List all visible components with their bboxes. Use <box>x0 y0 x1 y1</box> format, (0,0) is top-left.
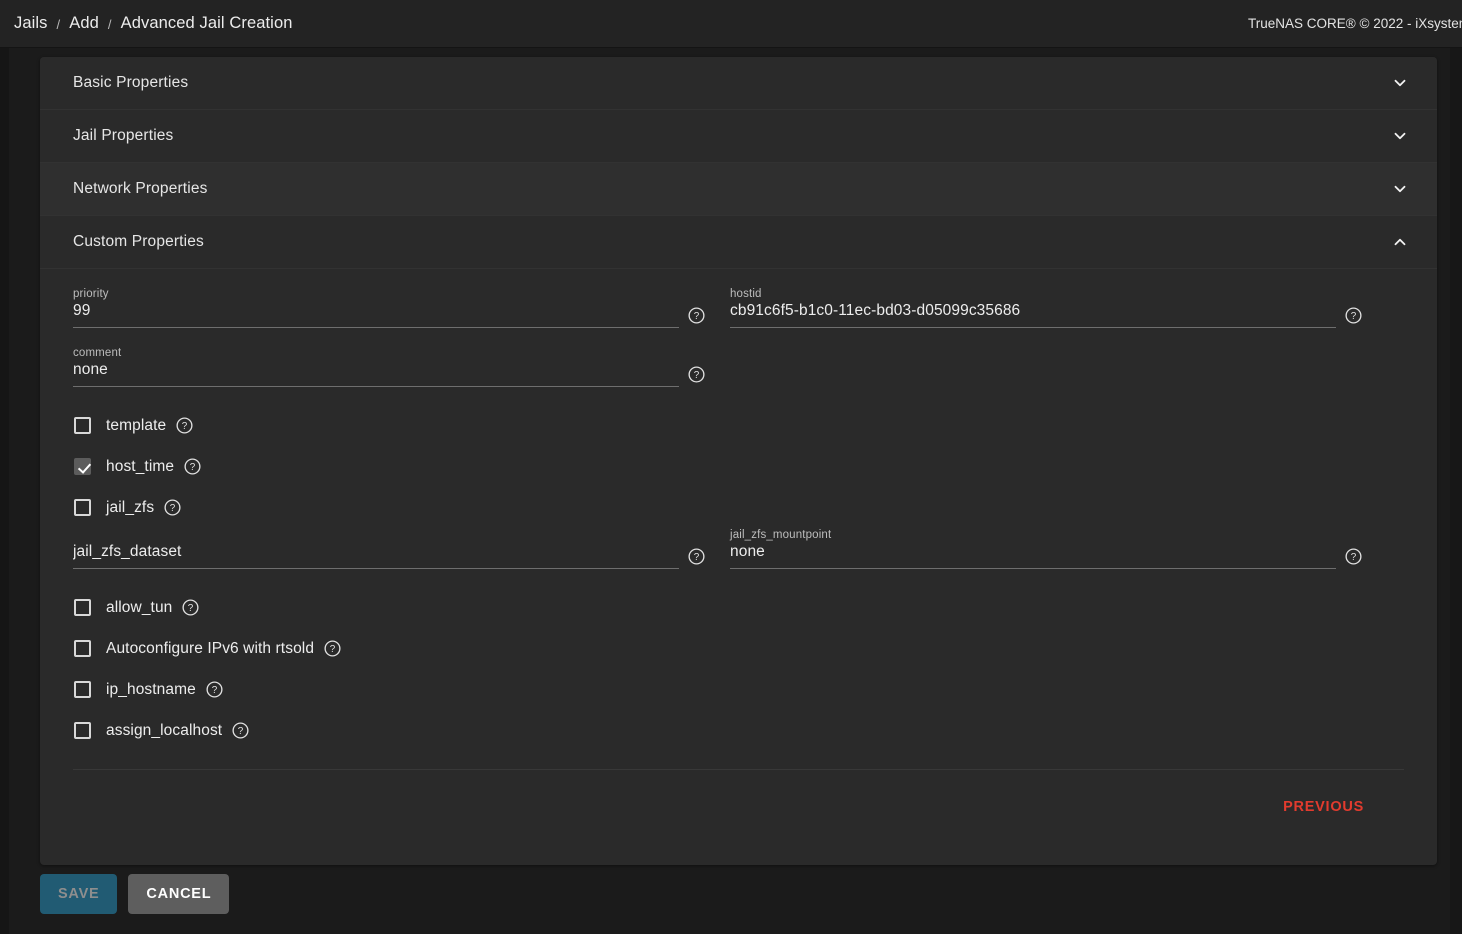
help-icon[interactable]: ? <box>181 598 200 617</box>
checkbox-row-autoconfigure-ipv6[interactable]: Autoconfigure IPv6 with rtsold ? <box>73 628 1404 669</box>
template-checkbox[interactable] <box>74 417 91 434</box>
form-footer: SAVE CANCEL <box>40 874 230 914</box>
field-jail-zfs-dataset: ? <box>73 528 706 583</box>
checkbox-row-jail-zfs[interactable]: jail_zfs ? <box>73 487 1404 528</box>
field-row-priority-hostid: priority ? hostid <box>73 287 1404 342</box>
field-row-comment: comment ? <box>73 346 1404 401</box>
checkbox-row-host-time[interactable]: host_time ? <box>73 446 1404 487</box>
host-time-checkbox[interactable] <box>74 458 91 475</box>
checkbox-row-assign-localhost[interactable]: assign_localhost ? <box>73 710 1404 751</box>
wizard-nav-row: PREVIOUS <box>73 770 1404 844</box>
checkbox-label[interactable]: allow_tun <box>106 599 172 617</box>
accordion-header-custom-properties[interactable]: Custom Properties <box>40 216 1437 269</box>
svg-text:?: ? <box>182 421 188 432</box>
help-icon[interactable]: ? <box>1344 547 1363 566</box>
svg-text:?: ? <box>694 370 700 381</box>
breadcrumb-item-jails[interactable]: Jails <box>14 14 48 33</box>
accordion-header-network-properties[interactable]: Network Properties <box>40 163 1437 216</box>
field-priority: priority ? <box>73 287 706 342</box>
help-icon[interactable]: ? <box>687 306 706 325</box>
previous-button[interactable]: PREVIOUS <box>1269 790 1378 824</box>
checkbox-label[interactable]: host_time <box>106 458 174 476</box>
svg-text:?: ? <box>170 503 176 514</box>
svg-text:?: ? <box>330 644 336 655</box>
chevron-up-icon[interactable] <box>1391 233 1409 251</box>
checkbox-label[interactable]: template <box>106 417 166 435</box>
svg-text:?: ? <box>694 311 700 322</box>
accordion-title: Custom Properties <box>73 233 204 250</box>
help-icon[interactable]: ? <box>687 365 706 384</box>
checkbox-label[interactable]: ip_hostname <box>106 681 196 699</box>
field-label: comment <box>73 347 122 359</box>
jail-zfs-mountpoint-input[interactable] <box>730 542 1336 561</box>
autoconfigure-ipv6-checkbox[interactable] <box>74 640 91 657</box>
svg-text:?: ? <box>190 462 196 473</box>
help-icon[interactable]: ? <box>687 547 706 566</box>
checkbox-row-allow-tun[interactable]: allow_tun ? <box>73 587 1404 628</box>
accordion-header-jail-properties[interactable]: Jail Properties <box>40 110 1437 163</box>
allow-tun-checkbox[interactable] <box>74 599 91 616</box>
assign-localhost-checkbox[interactable] <box>74 722 91 739</box>
chevron-down-icon[interactable] <box>1391 74 1409 92</box>
cancel-button[interactable]: CANCEL <box>128 874 230 914</box>
svg-text:?: ? <box>1351 311 1357 322</box>
jail-zfs-dataset-input[interactable] <box>73 542 679 561</box>
help-icon[interactable]: ? <box>231 721 250 740</box>
save-button[interactable]: SAVE <box>40 874 118 914</box>
checkbox-label[interactable]: Autoconfigure IPv6 with rtsold <box>106 640 314 658</box>
svg-text:?: ? <box>1351 552 1357 563</box>
field-hostid: hostid ? <box>730 287 1363 342</box>
breadcrumb: Jails / Add / Advanced Jail Creation <box>14 14 293 33</box>
help-icon[interactable]: ? <box>323 639 342 658</box>
svg-text:?: ? <box>694 552 700 563</box>
checkbox-label[interactable]: jail_zfs <box>106 499 154 517</box>
jail-zfs-checkbox[interactable] <box>74 499 91 516</box>
checkbox-label[interactable]: assign_localhost <box>106 722 222 740</box>
accordion-title: Network Properties <box>73 180 208 197</box>
right-gutter <box>1450 48 1462 934</box>
comment-input[interactable] <box>73 360 679 379</box>
field-jail-zfs-mountpoint: jail_zfs_mountpoint ? <box>730 528 1363 583</box>
chevron-down-icon[interactable] <box>1391 127 1409 145</box>
accordion-header-basic-properties[interactable]: Basic Properties <box>40 57 1437 110</box>
field-spacer <box>730 346 1363 401</box>
jail-creation-card: Basic Properties Jail Properties Network… <box>40 57 1437 865</box>
accordion-title: Basic Properties <box>73 74 189 91</box>
app-root: Jails / Add / Advanced Jail Creation Tru… <box>0 0 1462 934</box>
ip-hostname-checkbox[interactable] <box>74 681 91 698</box>
field-label: priority <box>73 288 109 300</box>
field-row-jail-zfs: ? jail_zfs_mountpoint <box>73 528 1404 583</box>
field-label: jail_zfs_mountpoint <box>730 529 832 541</box>
svg-text:?: ? <box>212 685 218 696</box>
custom-properties-body: priority ? hostid <box>40 269 1437 844</box>
breadcrumb-item-current: Advanced Jail Creation <box>120 14 293 32</box>
checkbox-row-template[interactable]: template ? <box>73 405 1404 446</box>
help-icon[interactable]: ? <box>163 498 182 517</box>
chevron-down-icon[interactable] <box>1391 180 1409 198</box>
svg-text:?: ? <box>188 603 194 614</box>
field-comment: comment ? <box>73 346 706 401</box>
help-icon[interactable]: ? <box>183 457 202 476</box>
help-icon[interactable]: ? <box>175 416 194 435</box>
help-icon[interactable]: ? <box>205 680 224 699</box>
breadcrumb-item-add[interactable]: Add <box>69 14 99 33</box>
top-bar: Jails / Add / Advanced Jail Creation Tru… <box>0 0 1462 48</box>
field-label: hostid <box>730 288 762 300</box>
copyright-text: TrueNAS CORE® © 2022 - iXsystems, I <box>1248 16 1462 31</box>
breadcrumb-separator: / <box>56 17 61 32</box>
accordion-title: Jail Properties <box>73 127 174 144</box>
priority-input[interactable] <box>73 301 679 320</box>
left-gutter <box>0 48 9 934</box>
hostid-input[interactable] <box>730 301 1336 320</box>
svg-text:?: ? <box>238 726 244 737</box>
breadcrumb-separator: / <box>107 17 112 32</box>
checkbox-row-ip-hostname[interactable]: ip_hostname ? <box>73 669 1404 710</box>
help-icon[interactable]: ? <box>1344 306 1363 325</box>
